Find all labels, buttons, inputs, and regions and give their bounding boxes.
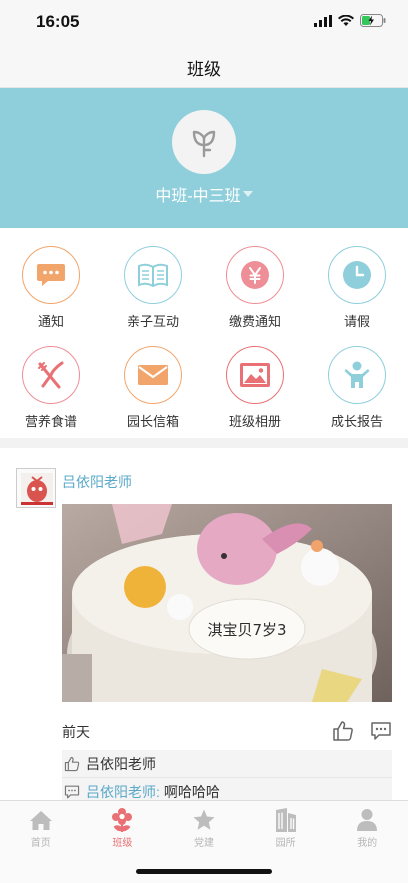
post-time: 前天 (62, 724, 90, 740)
building-icon (275, 808, 296, 832)
star-icon (193, 809, 215, 830)
menu-icon-circle (226, 246, 284, 304)
menu-item-growth-report[interactable]: 成长报告 (306, 328, 408, 429)
menu-icon-circle (226, 346, 284, 404)
yen-coin-icon (241, 261, 269, 289)
class-name: 中班-中三班 (155, 188, 241, 205)
comment-item: 吕依阳老师: 啊哈哈哈 (62, 778, 392, 800)
open-book-icon (138, 263, 168, 287)
avatar[interactable] (16, 468, 56, 508)
section-divider (0, 438, 408, 448)
menu-item-parent-interaction[interactable]: 亲子互动 (102, 228, 204, 329)
class-logo (172, 110, 236, 174)
tab-label: 园所 (275, 838, 296, 849)
photo-icon (240, 363, 270, 387)
sprout-icon (192, 130, 216, 158)
wifi-icon (338, 14, 354, 26)
cake-photo-image: 淇宝贝7岁3 (62, 504, 392, 702)
menu-item-leave[interactable]: 请假 (306, 228, 408, 329)
status-time: 16:05 (36, 12, 80, 31)
cake-plaque-text: 淇宝贝7岁3 (207, 621, 286, 639)
tab-label: 首页 (30, 838, 51, 849)
page-title: 班级 (187, 60, 221, 79)
comment-small-icon (64, 785, 80, 799)
class-selector[interactable]: 中班-中三班 (0, 182, 408, 206)
home-icon (29, 811, 52, 830)
like-list: 吕依阳老师 (62, 750, 392, 778)
menu-icon-circle (328, 246, 386, 304)
comment-text: 啊哈哈哈 (163, 784, 220, 800)
menu-label: 营养食谱 (24, 414, 77, 429)
message-bubble-icon (37, 264, 65, 286)
like-icon[interactable] (332, 720, 354, 742)
envelope-icon (138, 365, 168, 385)
class-banner: 中班-中三班 (0, 88, 408, 228)
menu-item-payment-notice[interactable]: 缴费通知 (204, 228, 306, 329)
status-bar: 16:05 (0, 0, 408, 44)
caret-down-icon (242, 190, 253, 197)
menu-item-principal-mailbox[interactable]: 园长信箱 (102, 328, 204, 429)
clock-icon (343, 261, 371, 289)
tab-label: 班级 (112, 838, 133, 849)
feed-post: 吕依阳老师 淇宝贝7岁3 前天 吕依阳老师 吕依阳老师: 啊哈哈哈 (0, 448, 408, 800)
flower-icon (112, 808, 133, 832)
menu-label: 园长信箱 (126, 414, 179, 429)
menu-icon-circle (328, 346, 386, 404)
tab-kindergarten[interactable]: 园所 (245, 807, 327, 849)
nav-bar: 班级 (0, 44, 408, 88)
liker-name[interactable]: 吕依阳老师 (86, 754, 156, 774)
menu-label: 班级相册 (228, 414, 281, 429)
like-small-icon (64, 756, 80, 771)
menu-item-class-album[interactable]: 班级相册 (204, 328, 306, 429)
status-icons (314, 14, 386, 27)
menu-icon-circle (22, 246, 80, 304)
tab-party-building[interactable]: 党建 (163, 807, 245, 849)
tab-label: 党建 (193, 838, 214, 849)
tab-class[interactable]: 班级 (82, 807, 164, 849)
menu-item-notice[interactable]: 通知 (0, 228, 102, 329)
avatar-image (21, 473, 53, 505)
post-author[interactable]: 吕依阳老师 (62, 472, 132, 492)
post-photo[interactable]: 淇宝贝7岁3 (62, 504, 392, 702)
menu-label: 成长报告 (330, 414, 383, 429)
menu-item-nutrition-menu[interactable]: 营养食谱 (0, 328, 102, 429)
menu-icon-circle (22, 346, 80, 404)
tab-mine[interactable]: 我的 (326, 807, 408, 849)
tab-home[interactable]: 首页 (0, 807, 82, 849)
child-icon (344, 361, 370, 388)
menu-icon-circle (124, 346, 182, 404)
home-indicator (136, 869, 272, 874)
battery-charging-icon (360, 14, 386, 27)
comment-author[interactable]: 吕依阳老师: (86, 782, 160, 800)
interaction-box: 吕依阳老师 吕依阳老师: 啊哈哈哈 (62, 750, 392, 800)
feature-grid: 通知 亲子互动 缴费通知 请假 营养食谱 园长信箱 班级相册 成长报告 (0, 228, 408, 438)
tab-label: 我的 (357, 838, 378, 849)
cellular-signal-icon (314, 14, 332, 27)
person-icon (357, 809, 378, 831)
fork-knife-icon (38, 361, 64, 389)
comment-icon[interactable] (370, 720, 392, 742)
menu-icon-circle (124, 246, 182, 304)
